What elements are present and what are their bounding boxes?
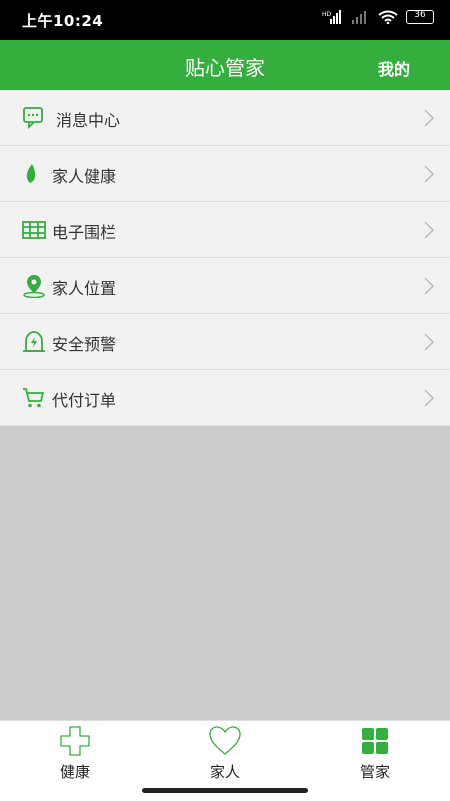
menu-item-label: 代付订单 xyxy=(52,391,117,410)
svg-text:HD: HD xyxy=(322,11,332,18)
alarm-icon xyxy=(23,331,45,352)
home-indicator[interactable] xyxy=(142,788,308,793)
nav-tab-label: 管家 xyxy=(359,763,390,781)
battery-level: 36 xyxy=(414,10,426,20)
chevron-right-icon xyxy=(424,277,435,295)
message-icon xyxy=(23,107,43,130)
cart-icon xyxy=(23,388,45,408)
menu-item-label: 家人位置 xyxy=(52,279,117,298)
location-pin-icon xyxy=(23,275,45,298)
menu-item-label: 消息中心 xyxy=(56,111,121,130)
battery-icon: 36 xyxy=(406,10,434,24)
menu-item-family-health[interactable]: 家人健康 xyxy=(0,146,450,202)
menu-item-proxy-orders[interactable]: 代付订单 xyxy=(0,370,450,426)
grid-icon xyxy=(362,728,388,754)
status-icons: HD 36 xyxy=(322,10,434,24)
chevron-right-icon xyxy=(424,109,435,127)
app-header: 贴心管家 我的 xyxy=(0,40,450,90)
menu-item-label: 电子围栏 xyxy=(52,223,117,242)
signal-hd-icon: HD xyxy=(322,10,341,24)
plus-outline-icon xyxy=(60,726,90,756)
mine-button[interactable]: 我的 xyxy=(378,56,410,80)
nav-tab-family[interactable]: 家人 xyxy=(170,725,280,785)
nav-tab-butler[interactable]: 管家 xyxy=(320,725,430,785)
menu-item-safety-alert[interactable]: 安全预警 xyxy=(0,314,450,370)
chevron-right-icon xyxy=(424,333,435,351)
menu-item-message-center[interactable]: 消息中心 xyxy=(0,90,450,146)
menu-item-family-location[interactable]: 家人位置 xyxy=(0,258,450,314)
wifi-icon xyxy=(378,10,398,24)
chevron-right-icon xyxy=(424,221,435,239)
fence-icon xyxy=(22,221,46,239)
menu-item-electronic-fence[interactable]: 电子围栏 xyxy=(0,202,450,258)
status-bar: 上午10:24 HD 36 xyxy=(0,0,450,40)
status-time: 上午10:24 xyxy=(22,12,104,30)
leaf-icon xyxy=(26,164,36,183)
nav-tab-health[interactable]: 健康 xyxy=(20,725,130,785)
chevron-right-icon xyxy=(424,165,435,183)
menu-item-label: 家人健康 xyxy=(52,167,117,186)
signal-weak-icon xyxy=(352,11,366,24)
chevron-right-icon xyxy=(424,389,435,407)
heart-outline-icon xyxy=(209,726,241,755)
nav-tab-label: 家人 xyxy=(209,763,240,781)
nav-tab-label: 健康 xyxy=(59,763,90,781)
menu-item-label: 安全预警 xyxy=(52,335,117,354)
menu-list: 消息中心 家人健康 电子围栏 家人位置 安全预警 代付订单 xyxy=(0,90,450,426)
